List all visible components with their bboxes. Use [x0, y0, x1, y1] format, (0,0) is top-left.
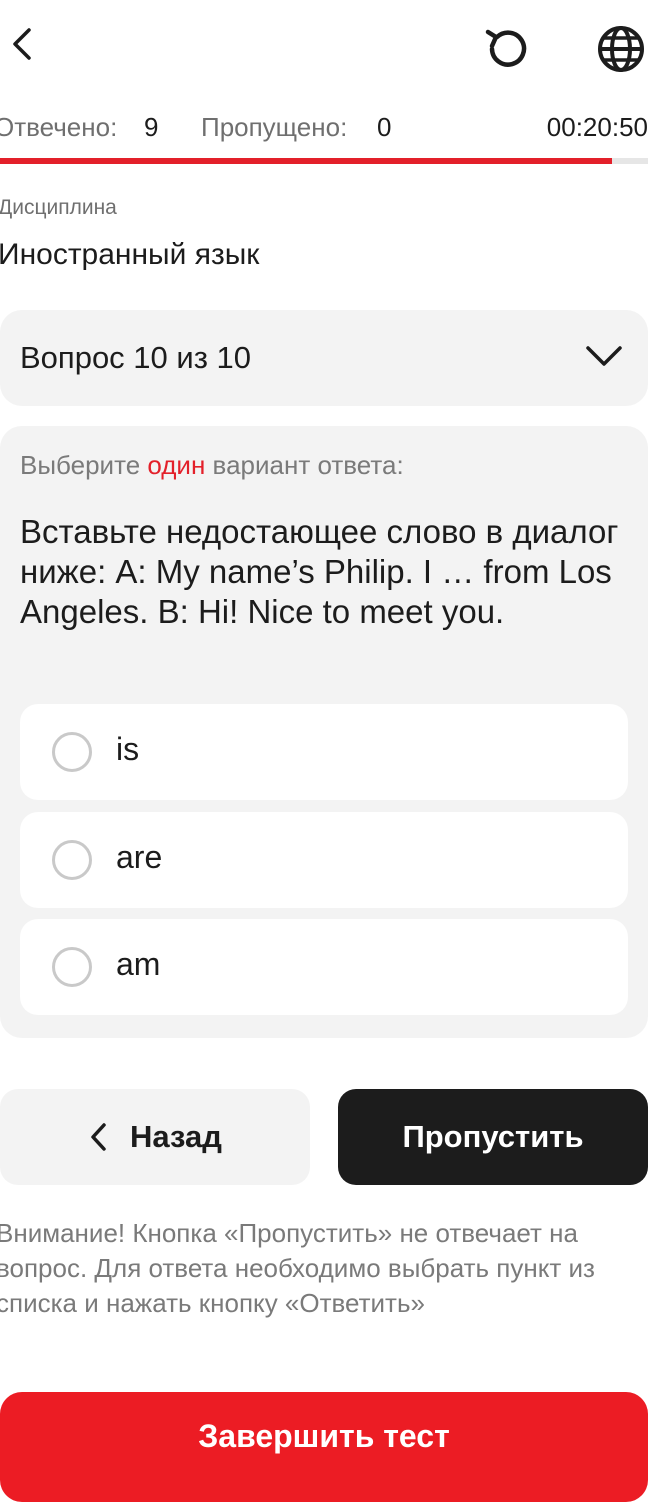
timer: 00:20:50 — [546, 112, 648, 142]
answered-count: 9 — [144, 112, 159, 142]
radio-button[interactable] — [52, 732, 92, 772]
radio-button[interactable] — [52, 947, 92, 987]
back-button-label: Назад — [130, 1119, 222, 1154]
question-text: Вставьте недостающее слово в диалог ниже… — [20, 513, 619, 630]
back-icon[interactable] — [0, 20, 44, 68]
finish-test-label: Завершить тест — [198, 1418, 450, 1454]
option-label: am — [116, 946, 161, 982]
skip-button[interactable]: Пропустить — [338, 1089, 648, 1185]
answer-option-is[interactable]: is — [20, 704, 628, 800]
skipped-count: 0 — [377, 112, 392, 142]
instruction-highlight: один — [147, 450, 206, 480]
finish-test-button[interactable]: Завершить тест — [0, 1392, 648, 1502]
chevron-down-icon — [584, 342, 624, 375]
skip-button-label: Пропустить — [402, 1119, 584, 1154]
discipline-value: Иностранный язык — [0, 238, 260, 271]
skipped-label: Пропущено: — [201, 112, 348, 142]
discipline-label: Дисциплина — [0, 196, 117, 219]
option-label: is — [116, 731, 140, 767]
instruction-suffix: вариант ответа: — [205, 450, 404, 480]
question-card: Выберите один вариант ответа: Вставьте н… — [0, 426, 648, 1038]
answer-option-am[interactable]: am — [20, 919, 628, 1015]
chevron-left-icon — [88, 1121, 108, 1153]
answer-instruction: Выберите один вариант ответа: — [20, 450, 404, 481]
radio-button[interactable] — [52, 840, 92, 880]
option-label: are — [116, 839, 163, 875]
question-selector-label: Вопрос 10 из 10 — [20, 340, 252, 375]
skip-notice: Внимание! Кнопка «Пропустить» не отвечае… — [0, 1218, 595, 1318]
back-button[interactable]: Назад — [0, 1089, 310, 1185]
answered-label: Отвечено: — [0, 112, 118, 142]
answer-option-are[interactable]: are — [20, 812, 628, 908]
question-selector[interactable]: Вопрос 10 из 10 — [0, 310, 648, 406]
globe-icon[interactable] — [594, 22, 648, 76]
instruction-prefix: Выберите — [20, 450, 148, 480]
progress-fill — [0, 158, 612, 164]
progress-bar — [0, 158, 648, 164]
refresh-icon[interactable] — [480, 22, 534, 76]
